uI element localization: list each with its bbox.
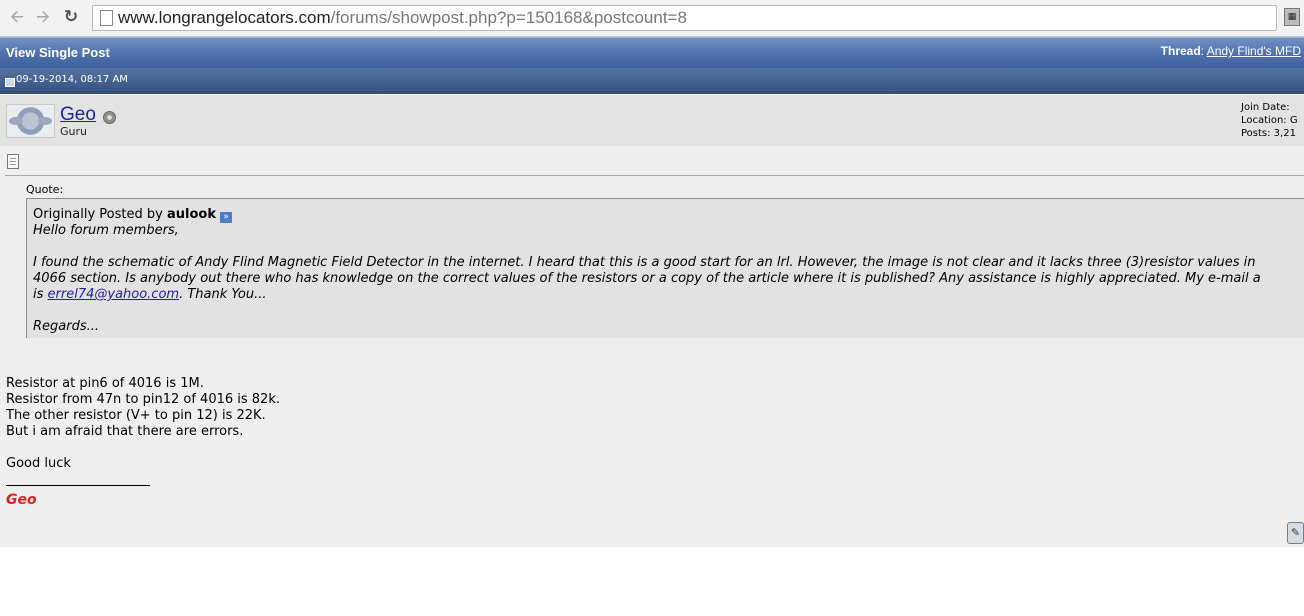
quote-content: Originally Posted by aulook» Hello forum… <box>33 207 1304 335</box>
view-post-icon[interactable]: » <box>219 212 232 223</box>
username-link[interactable]: Geo <box>60 104 96 126</box>
post-status-icon <box>5 78 15 87</box>
browser-toolbar: 🡨 🡪 ↻ www.longrangelocators.com/forums/s… <box>0 0 1304 37</box>
quote-paragraph-line: 4066 section. Is anybody out there who h… <box>33 271 1261 286</box>
reply-line: Good luck <box>6 456 71 471</box>
quote-paragraph-line: I found the schematic of Andy Flind Magn… <box>33 255 1256 270</box>
address-bar[interactable]: www.longrangelocators.com/forums/showpos… <box>92 5 1277 31</box>
url-path: /forums/showpost.php?p=150168&postcount=… <box>330 8 687 27</box>
page-icon <box>100 10 113 26</box>
forward-icon[interactable]: 🡪 <box>32 6 54 28</box>
avatar <box>6 104 55 138</box>
user-rank: Guru <box>60 125 87 138</box>
user-info-row: Geo Guru Join Date: Location: G Posts: 3… <box>0 95 1304 146</box>
quote-author: aulook <box>166 207 216 222</box>
title-bar: View Single Post Thread: Andy Flind's MF… <box>0 37 1304 69</box>
reply-line: The other resistor (V+ to pin 12) is 22K… <box>6 408 266 423</box>
page-title: View Single Post <box>6 45 110 60</box>
url-host: www.longrangelocators.com <box>118 8 331 27</box>
reply-line: Resistor from 47n to pin12 of 4016 is 82… <box>6 392 280 407</box>
quote-greeting: Hello forum members, <box>33 223 179 238</box>
back-icon[interactable]: 🡨 <box>6 6 28 28</box>
edit-post-icon[interactable]: ✎ <box>1287 522 1304 544</box>
join-date: Join Date: <box>1241 102 1290 113</box>
thread-info: Thread: Andy Flind's MFD <box>1160 44 1301 58</box>
post-divider <box>5 175 1304 176</box>
post-date: 09-19-2014, 08:17 AM <box>16 74 128 85</box>
originally-posted-by: Originally Posted by <box>33 207 163 222</box>
signature: Geo <box>6 492 37 508</box>
document-icon <box>7 154 19 169</box>
quote-text: Hello forum members, I found the schemat… <box>33 223 1304 335</box>
quote-thanks: . Thank You... <box>179 287 267 302</box>
quote-regards: Regards... <box>33 319 100 334</box>
url-text[interactable]: www.longrangelocators.com/forums/showpos… <box>118 8 687 28</box>
thread-label: Thread <box>1160 44 1201 58</box>
email-link[interactable]: errel74@yahoo.com <box>48 287 180 302</box>
quote-label: Quote: <box>26 183 64 196</box>
reload-icon[interactable]: ↻ <box>60 6 82 28</box>
post-date-bar: 09-19-2014, 08:17 AM <box>0 68 1304 94</box>
thread-link[interactable]: Andy Flind's MFD <box>1207 44 1301 58</box>
extension-icon[interactable]: ▦ <box>1284 8 1300 26</box>
location: Location: G <box>1241 115 1298 126</box>
quote-header: Originally Posted by aulook» <box>33 207 1304 223</box>
reply-line: Resistor at pin6 of 4016 is 1M. <box>6 376 204 391</box>
signature-divider <box>6 485 150 486</box>
reply-line: But i am afraid that there are errors. <box>6 424 244 439</box>
user-stats: Join Date: Location: G Posts: 3,21 <box>1241 101 1298 140</box>
reply-text: Resistor at pin6 of 4016 is 1M. Resistor… <box>6 376 280 472</box>
quote-paragraph-line: is errel74@yahoo.com. Thank You... <box>33 287 1304 303</box>
post-count: Posts: 3,21 <box>1241 128 1296 139</box>
quote-is: is <box>33 287 44 302</box>
online-status-icon <box>103 111 116 124</box>
post-body: Geo Guru Join Date: Location: G Posts: 3… <box>0 95 1304 547</box>
quote-box: Originally Posted by aulook» Hello forum… <box>26 198 1304 338</box>
